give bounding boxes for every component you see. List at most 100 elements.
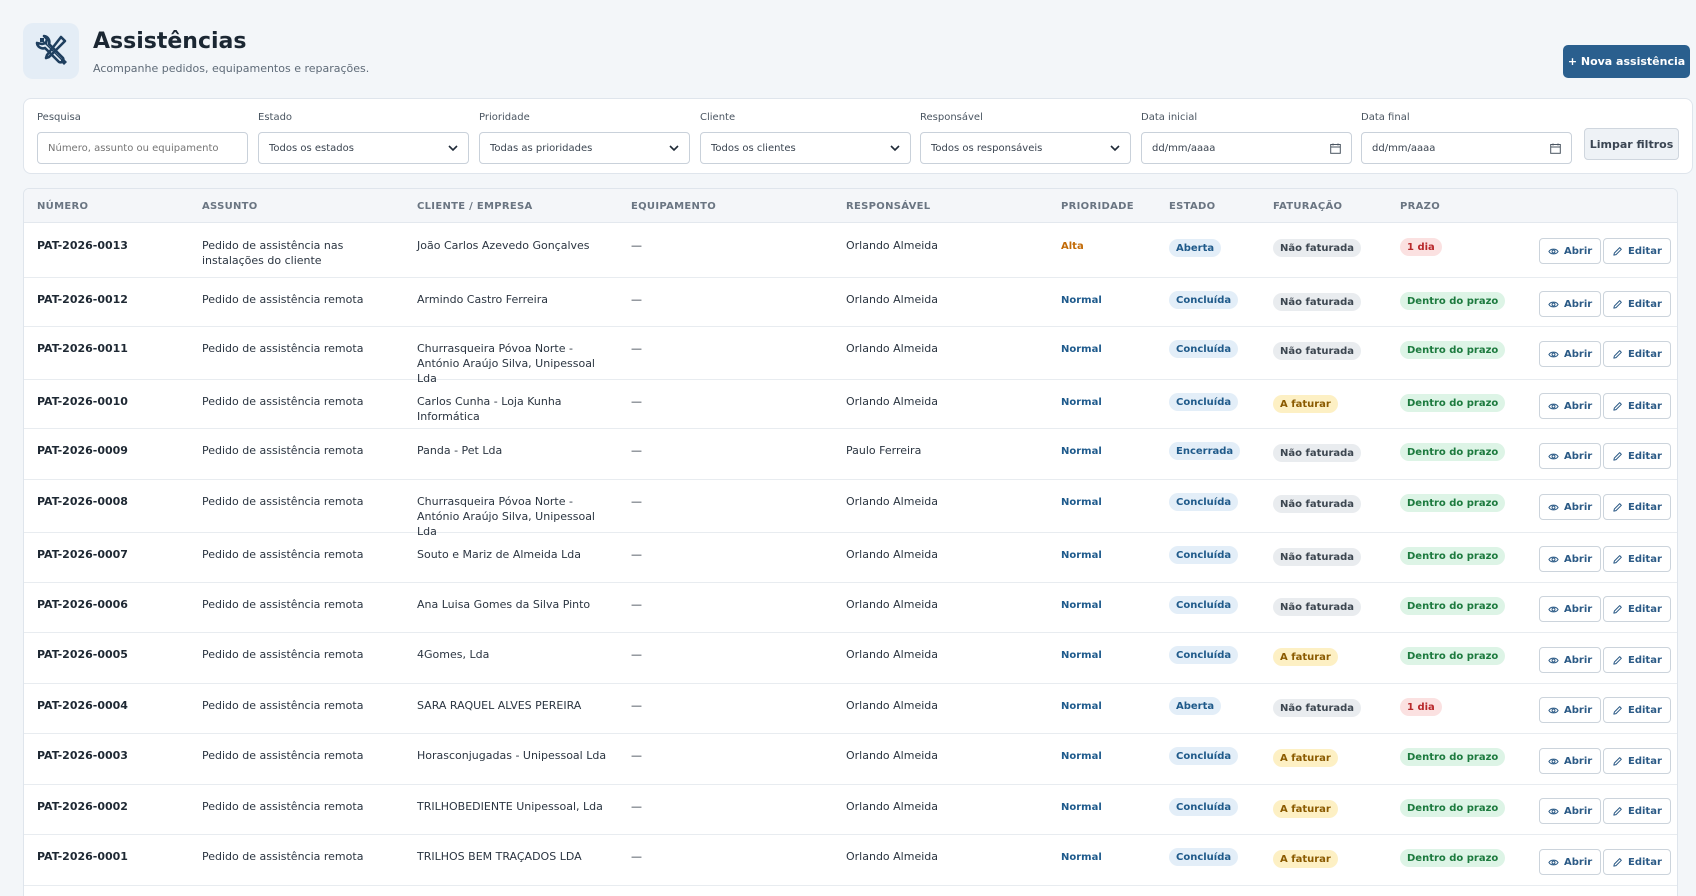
status-badge: Aberta <box>1169 697 1222 715</box>
open-button[interactable]: Abrir <box>1539 341 1602 367</box>
edit-button[interactable]: Editar <box>1603 443 1671 469</box>
edit-button[interactable]: Editar <box>1603 697 1671 723</box>
deadline-badge: Dentro do prazo <box>1400 748 1506 766</box>
status-badge: Aberta <box>1169 239 1222 257</box>
edit-button[interactable]: Editar <box>1603 291 1671 317</box>
table-row[interactable]: PAT-2026-0013 Pedido de assistência nas i… <box>24 224 1677 278</box>
billing-badge: Não faturada <box>1273 342 1362 360</box>
edit-button[interactable]: Editar <box>1603 748 1671 774</box>
eye-icon <box>1548 707 1559 713</box>
status-badge: Concluída <box>1169 747 1239 765</box>
edit-button[interactable]: Editar <box>1603 849 1671 875</box>
edit-button[interactable]: Editar <box>1603 546 1671 572</box>
cell-cliente: Ana Luisa Gomes da Silva Pinto <box>417 598 591 611</box>
table-row[interactable]: PAT-2026-0006 Pedido de assistência remot… <box>24 583 1677 633</box>
edit-label: Editar <box>1628 603 1662 615</box>
open-button[interactable]: Abrir <box>1539 546 1602 572</box>
edit-label: Editar <box>1628 704 1662 716</box>
calendar-icon[interactable] <box>1550 143 1561 154</box>
table-row[interactable]: PAT-2026-0007 Pedido de assistência remot… <box>24 533 1677 583</box>
cell-assunto: Pedido de assistência remota <box>202 850 364 863</box>
edit-button[interactable]: Editar <box>1603 238 1671 264</box>
column-header: EQUIPAMENTO <box>631 201 717 212</box>
table-row[interactable]: PAT-2026-0001 Pedido de assistência remot… <box>24 835 1677 886</box>
data-inicial-input[interactable]: dd/mm/aaaa <box>1141 132 1352 164</box>
cliente-select[interactable]: Todos os clientes <box>700 132 911 164</box>
clear-filters-button[interactable]: Limpar filtros <box>1584 128 1679 160</box>
edit-button[interactable]: Editar <box>1603 647 1671 673</box>
edit-label: Editar <box>1628 245 1662 257</box>
edit-button[interactable]: Editar <box>1603 798 1671 824</box>
open-label: Abrir <box>1564 856 1593 868</box>
edit-button[interactable]: Editar <box>1603 341 1671 367</box>
table-row[interactable]: PAT-2026-0005 Pedido de assistência remot… <box>24 633 1677 684</box>
open-button[interactable]: Abrir <box>1539 748 1602 774</box>
eye-icon <box>1548 403 1559 409</box>
new-assistance-button[interactable]: + Nova assistência <box>1563 45 1690 78</box>
search-input[interactable] <box>37 132 248 164</box>
cell-assunto: Pedido de assistência remota <box>202 293 364 306</box>
open-button[interactable]: Abrir <box>1539 238 1602 264</box>
prioridade-select[interactable]: Todas as prioridades <box>479 132 690 164</box>
eye-icon <box>1548 301 1559 307</box>
cell-equipamento: — <box>631 749 642 762</box>
column-header: PRAZO <box>1400 201 1441 212</box>
page-subtitle: Acompanhe pedidos, equipamentos e repara… <box>93 62 370 75</box>
deadline-badge: Dentro do prazo <box>1400 394 1506 412</box>
open-button[interactable]: Abrir <box>1539 443 1602 469</box>
cell-equipamento: — <box>631 598 642 611</box>
table-row[interactable]: PAT-2026-0008 Pedido de assistência remot… <box>24 480 1677 538</box>
deadline-badge: Dentro do prazo <box>1400 547 1506 565</box>
edit-label: Editar <box>1628 755 1662 767</box>
responsavel-select[interactable]: Todos os responsáveis <box>920 132 1131 164</box>
eye-icon <box>1548 606 1559 612</box>
cell-cliente: João Carlos Azevedo Gonçalves <box>417 239 590 252</box>
estado-select[interactable]: Todos os estados <box>258 132 469 164</box>
cell-equipamento: — <box>631 239 642 252</box>
billing-badge: Não faturada <box>1273 598 1362 616</box>
filter-data-final: Data final dd/mm/aaaa <box>1361 112 1572 164</box>
edit-button[interactable]: Editar <box>1603 393 1671 419</box>
open-button[interactable]: Abrir <box>1539 291 1602 317</box>
eye-icon <box>1548 453 1559 459</box>
open-button[interactable]: Abrir <box>1539 494 1602 520</box>
table-row[interactable]: PAT-2026-0002 Pedido de assistência remot… <box>24 785 1677 835</box>
status-badge: Encerrada <box>1169 442 1241 460</box>
status-badge: Concluída <box>1169 393 1239 411</box>
open-label: Abrir <box>1564 805 1593 817</box>
edit-label: Editar <box>1628 654 1662 666</box>
cell-prioridade: Normal <box>1061 600 1102 611</box>
open-label: Abrir <box>1564 755 1593 767</box>
open-button[interactable]: Abrir <box>1539 849 1602 875</box>
table-row[interactable]: PAT-2026-0009 Pedido de assistência remot… <box>24 429 1677 480</box>
status-badge: Concluída <box>1169 546 1239 564</box>
edit-label: Editar <box>1628 856 1662 868</box>
edit-button[interactable]: Editar <box>1603 596 1671 622</box>
data-final-input[interactable]: dd/mm/aaaa <box>1361 132 1572 164</box>
open-button[interactable]: Abrir <box>1539 697 1602 723</box>
open-button[interactable]: Abrir <box>1539 596 1602 622</box>
column-header: RESPONSÁVEL <box>846 201 931 212</box>
billing-badge: A faturar <box>1273 749 1338 767</box>
cell-assunto: Pedido de assistência remota <box>202 395 364 408</box>
column-header: FATURAÇÃO <box>1273 201 1343 212</box>
edit-button[interactable]: Editar <box>1603 494 1671 520</box>
table-row[interactable]: PAT-2026-0003 Pedido de assistência remot… <box>24 734 1677 785</box>
eye-icon <box>1548 859 1559 865</box>
table-row[interactable]: PAT-2026-0012 Pedido de assistência remot… <box>24 278 1677 327</box>
cell-responsavel: Orlando Almeida <box>846 598 939 611</box>
table-row[interactable]: PAT-2026-0004 Pedido de assistência remot… <box>24 684 1677 734</box>
cell-responsavel: Orlando Almeida <box>846 293 939 306</box>
calendar-icon[interactable] <box>1330 143 1341 154</box>
assistances-table: NÚMERO ASSUNTO CLIENTE / EMPRESA EQUIPAM… <box>23 188 1678 896</box>
filter-label: Data final <box>1361 112 1410 123</box>
cell-responsavel: Orlando Almeida <box>846 850 939 863</box>
cell-assunto: Pedido de assistência remota <box>202 699 364 712</box>
open-button[interactable]: Abrir <box>1539 393 1602 419</box>
table-row[interactable]: PAT-2026-0010 Pedido de assistência remot… <box>24 380 1677 429</box>
open-button[interactable]: Abrir <box>1539 647 1602 673</box>
open-button[interactable]: Abrir <box>1539 798 1602 824</box>
status-badge: Concluída <box>1169 493 1239 511</box>
billing-badge: A faturar <box>1273 395 1338 413</box>
table-row[interactable]: PAT-2026-0011 Pedido de assistência remot… <box>24 327 1677 385</box>
